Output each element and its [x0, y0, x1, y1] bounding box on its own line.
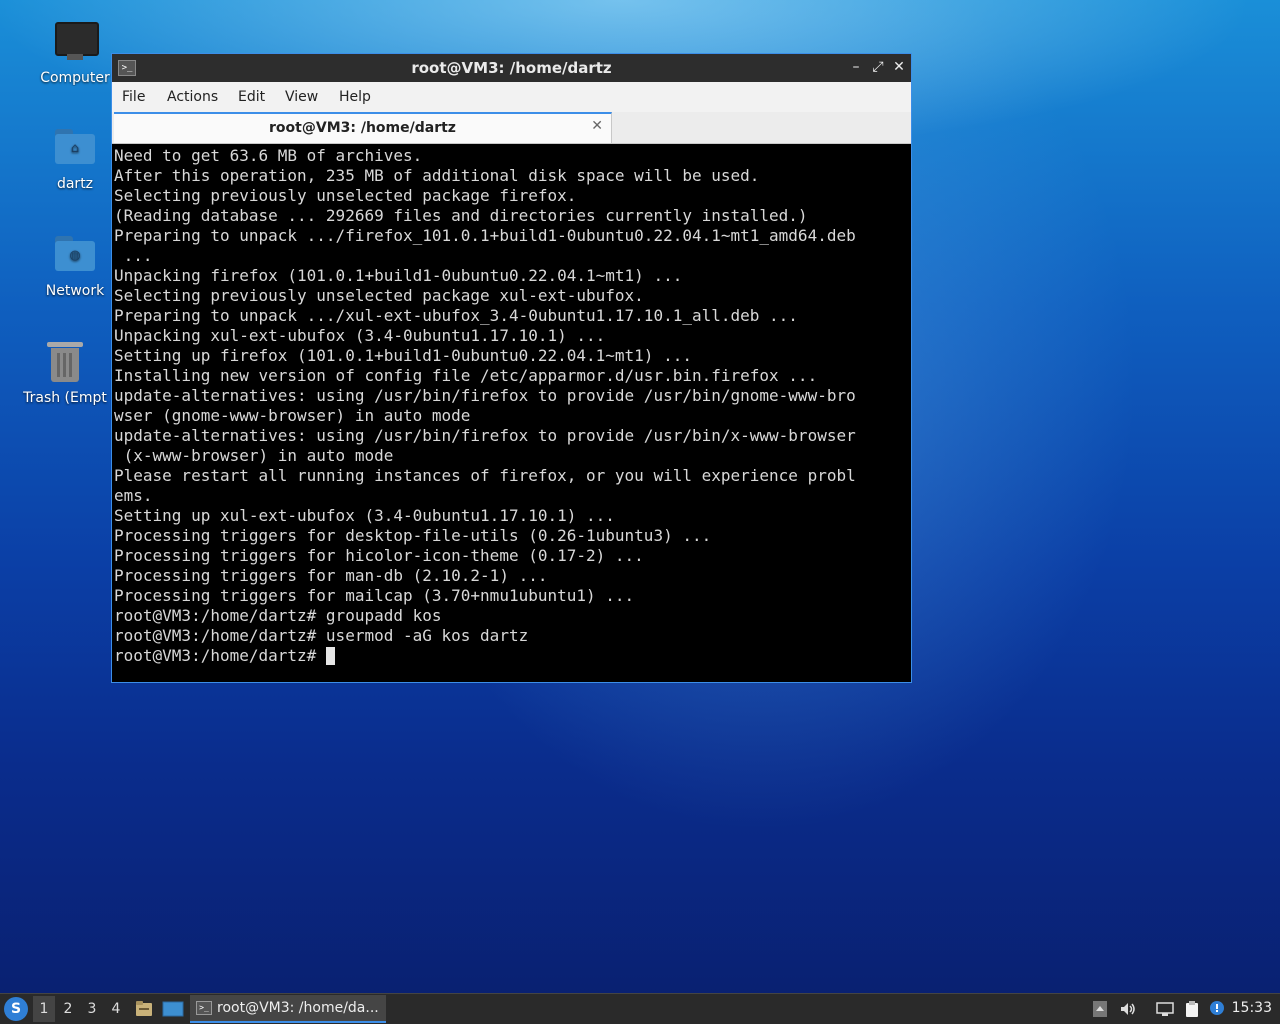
terminal-line: ...: [114, 246, 153, 265]
computer-icon: [51, 18, 99, 66]
terminal-line: Unpacking firefox (101.0.1+build1-0ubunt…: [114, 266, 683, 285]
terminal-prompt-line[interactable]: root@VM3:/home/dartz#: [114, 646, 909, 666]
desktop-icon-label: Network: [45, 283, 105, 299]
trash-icon: [41, 338, 89, 386]
desktop-icon-label: Trash (Empt: [23, 390, 107, 406]
update-notification-icon[interactable]: [1208, 1000, 1226, 1018]
desktop-icon-computer[interactable]: Computer: [27, 18, 123, 86]
terminal-line: Processing triggers for hicolor-icon-the…: [114, 546, 644, 565]
workspace-3[interactable]: 3: [81, 996, 103, 1022]
desktop-icon-trash[interactable]: Trash (Empt: [20, 338, 110, 406]
home-folder-icon: ⌂: [51, 124, 99, 172]
window-title: root@VM3: /home/dartz: [411, 59, 612, 77]
tab-title: root@VM3: /home/dartz: [269, 120, 456, 136]
network-status-icon[interactable]: [1156, 1000, 1174, 1018]
terminal-line: (Reading database ... 292669 files and d…: [114, 206, 808, 225]
terminal-window[interactable]: >_ root@VM3: /home/dartz – ⤢ ✕ File Acti…: [111, 53, 912, 683]
terminal-line: Need to get 63.6 MB of archives.: [114, 146, 423, 165]
close-button[interactable]: ✕: [890, 58, 908, 76]
taskbar-task-terminal[interactable]: >_ root@VM3: /home/da...: [190, 995, 386, 1023]
terminal-line: Processing triggers for man-db (2.10.2-1…: [114, 566, 548, 585]
desktop-icon-label: Computer: [40, 70, 110, 86]
terminal-line: Preparing to unpack .../xul-ext-ubufox_3…: [114, 306, 798, 325]
terminal-line: Please restart all running instances of …: [114, 466, 856, 485]
taskbar: S 1 2 3 4 >_ root@VM3: /home/da... 15:33: [0, 993, 1280, 1024]
terminal-prompt: root@VM3:/home/dartz#: [114, 646, 326, 665]
network-folder-icon: ◍: [51, 231, 99, 279]
tab-close-icon[interactable]: ✕: [591, 118, 603, 134]
terminal-line: Preparing to unpack .../firefox_101.0.1+…: [114, 226, 856, 245]
tray-scroll-up-icon[interactable]: [1091, 1000, 1109, 1018]
terminal-line: root@VM3:/home/dartz# usermod -aG kos da…: [114, 626, 529, 645]
terminal-task-icon: >_: [196, 1001, 212, 1015]
terminal-line: Installing new version of config file /e…: [114, 366, 818, 385]
clipboard-icon[interactable]: [1183, 1000, 1201, 1018]
window-titlebar[interactable]: >_ root@VM3: /home/dartz – ⤢ ✕: [112, 54, 911, 82]
maximize-button[interactable]: ⤢: [869, 58, 887, 76]
workspace-2[interactable]: 2: [57, 996, 79, 1022]
file-manager-launcher-icon[interactable]: [134, 999, 154, 1019]
terminal-cursor: [325, 647, 335, 665]
clock[interactable]: 15:33: [1232, 1000, 1272, 1016]
terminal-line: Selecting previously unselected package …: [114, 286, 644, 305]
terminal-line: Setting up xul-ext-ubufox (3.4-0ubuntu1.…: [114, 506, 615, 525]
menubar: File Actions Edit View Help: [112, 82, 911, 112]
desktop-icon-home[interactable]: ⌂ dartz: [27, 124, 123, 192]
terminal-line: After this operation, 235 MB of addition…: [114, 166, 760, 185]
desktop-icon-network[interactable]: ◍ Network: [27, 231, 123, 299]
desktop-icon-label: dartz: [56, 176, 94, 192]
taskbar-task-label: root@VM3: /home/da...: [217, 1000, 379, 1016]
menu-file[interactable]: File: [122, 89, 145, 105]
terminal-line: Selecting previously unselected package …: [114, 186, 577, 205]
terminal-line: Processing triggers for mailcap (3.70+nm…: [114, 586, 635, 605]
tab-terminal[interactable]: root@VM3: /home/dartz ✕: [114, 112, 612, 143]
tab-bar: root@VM3: /home/dartz ✕: [112, 112, 911, 144]
terminal-line: Processing triggers for desktop-file-uti…: [114, 526, 712, 545]
terminal-output[interactable]: Need to get 63.6 MB of archives. After th…: [114, 146, 909, 680]
volume-icon[interactable]: [1119, 1000, 1137, 1018]
minimize-button[interactable]: –: [847, 58, 865, 76]
menu-view[interactable]: View: [285, 89, 318, 105]
start-menu-button[interactable]: S: [4, 997, 28, 1021]
menu-actions[interactable]: Actions: [167, 89, 218, 105]
terminal-line: update-alternatives: using /usr/bin/fire…: [114, 386, 856, 405]
terminal-line: (x-www-browser) in auto mode: [114, 446, 394, 465]
menu-help[interactable]: Help: [339, 89, 371, 105]
terminal-line: Setting up firefox (101.0.1+build1-0ubun…: [114, 346, 692, 365]
workspace-1[interactable]: 1: [33, 996, 55, 1022]
terminal-line: root@VM3:/home/dartz# groupadd kos: [114, 606, 442, 625]
terminal-line: wser (gnome-www-browser) in auto mode: [114, 406, 471, 425]
terminal-line: update-alternatives: using /usr/bin/fire…: [114, 426, 856, 445]
show-desktop-icon[interactable]: [162, 999, 184, 1019]
menu-edit[interactable]: Edit: [238, 89, 265, 105]
terminal-line: ems.: [114, 486, 153, 505]
terminal-line: Unpacking xul-ext-ubufox (3.4-0ubuntu1.1…: [114, 326, 606, 345]
workspace-4[interactable]: 4: [105, 996, 127, 1022]
